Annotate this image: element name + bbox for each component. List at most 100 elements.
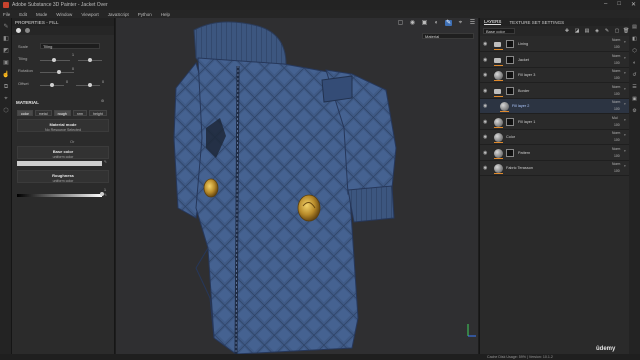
chevron-down-icon[interactable]: ▾	[624, 133, 626, 137]
layer-opacity[interactable]: 100	[614, 169, 620, 173]
layer-name[interactable]: Lining	[518, 42, 528, 46]
add-folder-icon[interactable]: ▤	[584, 28, 590, 34]
layer-row[interactable]: ◉ Lining Norm ▾ 100	[480, 37, 630, 52]
close-button[interactable]: ✕	[631, 1, 636, 8]
visibility-eye-icon[interactable]: ◉	[483, 57, 487, 63]
minimize-button[interactable]: –	[604, 1, 607, 8]
add-effect-icon[interactable]: ✚	[564, 28, 570, 34]
tiling-value[interactable]: 1	[72, 53, 74, 57]
tab-texture-set-settings[interactable]: TEXTURE SET SETTINGS	[509, 20, 564, 25]
folder-icon[interactable]	[494, 57, 501, 63]
blend-mode-dropdown[interactable]: Norm	[612, 38, 620, 42]
shelf-icon[interactable]: ⬡	[631, 48, 638, 54]
layer-mask-thumbnail[interactable]	[506, 71, 514, 79]
add-paint-layer-icon[interactable]: ✎	[604, 28, 610, 34]
layers-panel-icon[interactable]: ▤	[631, 24, 638, 30]
layer-opacity[interactable]: 100	[614, 154, 620, 158]
color-picker-icon[interactable]: ⌖	[2, 96, 10, 102]
history-icon[interactable]: ↺	[631, 72, 638, 78]
layer-name[interactable]: Jacket	[518, 58, 529, 62]
paint-brush-icon[interactable]: ✎	[2, 24, 10, 30]
maximize-button[interactable]: □	[617, 1, 621, 8]
base-color-swatch[interactable]	[17, 161, 102, 166]
eraser-icon[interactable]: ◧	[2, 36, 10, 42]
menu-python[interactable]: Python	[138, 12, 152, 17]
material-mode-box[interactable]: Material mode No Resource Selected	[17, 119, 109, 132]
frame-icon[interactable]: ▢	[397, 20, 404, 26]
display-settings-icon[interactable]: ◐	[631, 60, 638, 66]
layer-opacity[interactable]: 100	[614, 138, 620, 142]
blend-mode-dropdown[interactable]: Norm	[612, 131, 620, 135]
offset-u-value[interactable]: 0	[66, 80, 68, 84]
chip-height[interactable]: height	[89, 110, 107, 116]
assets-icon[interactable]: ◧	[631, 36, 638, 42]
offset-v-value[interactable]: 0	[102, 80, 104, 84]
menu-file[interactable]: File	[3, 12, 10, 17]
roughness-box[interactable]: Roughness uniform color	[17, 170, 109, 183]
layer-name[interactable]: Color	[506, 135, 515, 139]
geometry-fill-icon[interactable]: ▣	[2, 60, 10, 66]
roughness-value[interactable]: 1	[104, 188, 106, 192]
layer-name[interactable]: Fill layer 1	[518, 120, 535, 124]
texture-set-icon[interactable]: ▣	[631, 96, 638, 102]
jacket-model[interactable]	[116, 18, 478, 354]
visibility-eye-icon[interactable]: ◉	[483, 72, 487, 78]
chip-color[interactable]: color	[17, 110, 33, 116]
tiling-slider-2-handle[interactable]	[88, 58, 92, 62]
brush-mode-icon[interactable]: ✎	[445, 19, 452, 26]
layer-opacity[interactable]: 100	[614, 107, 620, 111]
blend-mode-dropdown[interactable]: Norm	[612, 69, 620, 73]
chip-nrm[interactable]: nrm	[72, 110, 87, 116]
chevron-down-icon[interactable]: ▾	[624, 40, 626, 44]
log-icon[interactable]: ☰	[631, 84, 638, 90]
blend-mode-dropdown[interactable]: Norm	[612, 54, 620, 58]
folder-icon[interactable]	[494, 42, 501, 47]
layer-row[interactable]: ◉ Pattern Norm ▾ 100	[480, 146, 630, 161]
layer-row[interactable]: ◉ Fill layer 2 Norm ▾ 100	[480, 99, 630, 114]
layer-row[interactable]: ◉ Jacket Norm ▾ 100	[480, 53, 630, 68]
viewer-settings-icon[interactable]: ⚙	[631, 108, 638, 114]
visibility-eye-icon[interactable]: ◉	[483, 134, 487, 140]
roughness-picker-icon[interactable]: ✎	[104, 193, 107, 197]
camera-icon[interactable]: ◉	[409, 20, 416, 26]
rotation-value[interactable]: 0	[72, 67, 74, 71]
menu-edit[interactable]: Edit	[19, 12, 27, 17]
chevron-down-icon[interactable]: ▾	[624, 164, 626, 168]
3d-viewport[interactable]: ▢ ◉ ▣ ◐ ✎ ⌖ ☰ Material	[116, 18, 478, 354]
render-icon[interactable]: ☰	[469, 20, 476, 26]
visibility-eye-icon[interactable]: ◉	[483, 119, 487, 125]
channel-dropdown[interactable]: Base color	[483, 28, 515, 34]
chip-metal[interactable]: metal	[34, 110, 52, 116]
picker-icon[interactable]: ⌖	[457, 20, 464, 26]
layer-row[interactable]: ◉ Fill layer 1 Mul ▾ 100	[480, 115, 630, 130]
polygon-fill-icon[interactable]: ⬡	[2, 108, 10, 114]
tiling-slider-handle[interactable]	[52, 58, 56, 62]
material-view-dropdown[interactable]: Material	[422, 33, 474, 39]
rotation-slider-handle[interactable]	[57, 70, 61, 74]
display-icon[interactable]: ◐	[433, 20, 440, 26]
layer-mask-thumbnail[interactable]	[506, 148, 514, 157]
chevron-down-icon[interactable]: ▾	[624, 56, 626, 60]
visibility-eye-icon[interactable]: ◉	[483, 41, 487, 47]
layer-row[interactable]: ◉ Fabric Terasson Norm ▾ 100	[480, 161, 630, 176]
chevron-down-icon[interactable]: ▾	[624, 149, 626, 153]
chip-rough[interactable]: rough	[53, 110, 71, 116]
layer-row[interactable]: ◉ Fill layer 3 Norm ▾ 100	[480, 68, 630, 83]
layer-mask-thumbnail[interactable]	[506, 117, 514, 126]
layer-mask-thumbnail[interactable]	[506, 55, 514, 64]
add-layer-icon[interactable]: ▢	[614, 28, 620, 34]
layer-opacity[interactable]: 100	[614, 76, 620, 80]
projection-icon[interactable]: ◩	[2, 48, 10, 54]
layer-name[interactable]: Fabric Terasson	[506, 166, 533, 170]
layer-name[interactable]: Fill layer 2	[512, 104, 529, 108]
material-settings-icon[interactable]: ⚙	[101, 99, 104, 103]
layer-name[interactable]: Pattern	[518, 151, 530, 155]
layer-mask-thumbnail[interactable]	[506, 86, 514, 95]
menu-viewport[interactable]: Viewport	[81, 12, 98, 17]
visibility-eye-icon[interactable]: ◉	[483, 165, 487, 171]
layer-row[interactable]: ◉ Color Norm ▾ 100	[480, 130, 630, 145]
offset-u-handle[interactable]	[50, 83, 54, 87]
folder-icon[interactable]	[494, 88, 501, 94]
chevron-down-icon[interactable]: ▾	[624, 118, 626, 122]
layer-mask-thumbnail[interactable]	[506, 40, 514, 48]
